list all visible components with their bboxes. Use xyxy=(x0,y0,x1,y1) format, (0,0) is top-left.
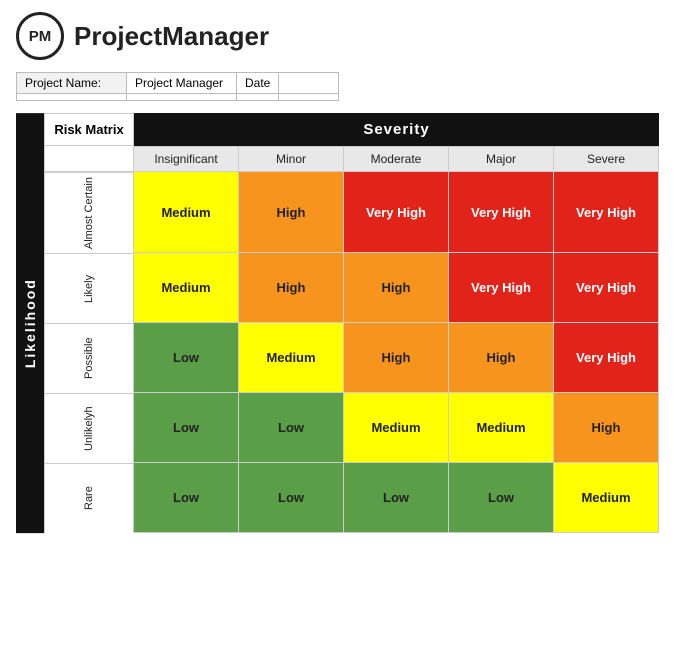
matrix-cell-4-2: Low xyxy=(344,463,449,533)
matrix-cell-3-2: Medium xyxy=(344,393,449,463)
risk-matrix-wrapper: Likelihood Risk Matrix Severity Insignif… xyxy=(16,113,659,533)
col-headers-row: InsignificantMinorModerateMajorSevere xyxy=(44,146,659,172)
row-label-4: Rare xyxy=(44,463,134,533)
project-name-value2 xyxy=(17,94,127,101)
likelihood-label: Likelihood xyxy=(16,113,44,533)
date-label: Date xyxy=(237,73,279,94)
matrix-row: RareLowLowLowLowMedium xyxy=(44,463,659,533)
row-label-spacer xyxy=(44,146,134,172)
matrix-cell-2-2: High xyxy=(344,323,449,393)
matrix-cell-0-1: High xyxy=(239,172,344,253)
matrix-cell-2-0: Low xyxy=(134,323,239,393)
matrix-cell-3-1: Low xyxy=(239,393,344,463)
matrix-cell-4-0: Low xyxy=(134,463,239,533)
col-header-1: Minor xyxy=(239,146,344,172)
matrix-cell-3-4: High xyxy=(554,393,659,463)
matrix-body: Almost CertainMediumHighVery HighVery Hi… xyxy=(44,172,659,533)
severity-header: Severity xyxy=(134,113,659,146)
project-manager-value xyxy=(127,94,237,101)
matrix-row: PossibleLowMediumHighHighVery High xyxy=(44,323,659,393)
col-header-0: Insignificant xyxy=(134,146,239,172)
matrix-cell-0-4: Very High xyxy=(554,172,659,253)
matrix-cell-2-3: High xyxy=(449,323,554,393)
col-header-4: Severe xyxy=(554,146,659,172)
project-name-label: Project Name: xyxy=(17,73,127,94)
matrix-row: Almost CertainMediumHighVery HighVery Hi… xyxy=(44,172,659,253)
matrix-row: UnlikelyhLowLowMediumMediumHigh xyxy=(44,393,659,463)
project-name-value: Project Manager xyxy=(127,73,237,94)
date-value2 xyxy=(279,94,339,101)
matrix-inner: Risk Matrix Severity InsignificantMinorM… xyxy=(44,113,659,533)
row-label-2: Possible xyxy=(44,323,134,393)
matrix-cell-3-0: Low xyxy=(134,393,239,463)
date-value xyxy=(279,73,339,94)
matrix-cell-4-1: Low xyxy=(239,463,344,533)
row-label-1: Likely xyxy=(44,253,134,323)
matrix-row: LikelyMediumHighHighVery HighVery High xyxy=(44,253,659,323)
matrix-cell-1-3: Very High xyxy=(449,253,554,323)
col-header-3: Major xyxy=(449,146,554,172)
matrix-cell-4-4: Medium xyxy=(554,463,659,533)
matrix-cell-0-0: Medium xyxy=(134,172,239,253)
app-header: PM ProjectManager xyxy=(0,0,675,68)
severity-header-row: Risk Matrix Severity xyxy=(44,113,659,146)
risk-matrix-label: Risk Matrix xyxy=(44,113,134,146)
row-label-0: Almost Certain xyxy=(44,172,134,253)
matrix-cell-1-1: High xyxy=(239,253,344,323)
matrix-cell-0-3: Very High xyxy=(449,172,554,253)
matrix-cell-1-0: Medium xyxy=(134,253,239,323)
app-title: ProjectManager xyxy=(74,21,269,52)
col-header-2: Moderate xyxy=(344,146,449,172)
matrix-cell-4-3: Low xyxy=(449,463,554,533)
row-label-3: Unlikelyh xyxy=(44,393,134,463)
matrix-cell-0-2: Very High xyxy=(344,172,449,253)
matrix-cell-2-4: Very High xyxy=(554,323,659,393)
date-label2 xyxy=(237,94,279,101)
matrix-cell-1-2: High xyxy=(344,253,449,323)
project-info-table: Project Name: Project Manager Date xyxy=(16,72,339,101)
app-logo: PM xyxy=(16,12,64,60)
matrix-cell-1-4: Very High xyxy=(554,253,659,323)
matrix-cell-3-3: Medium xyxy=(449,393,554,463)
matrix-cell-2-1: Medium xyxy=(239,323,344,393)
